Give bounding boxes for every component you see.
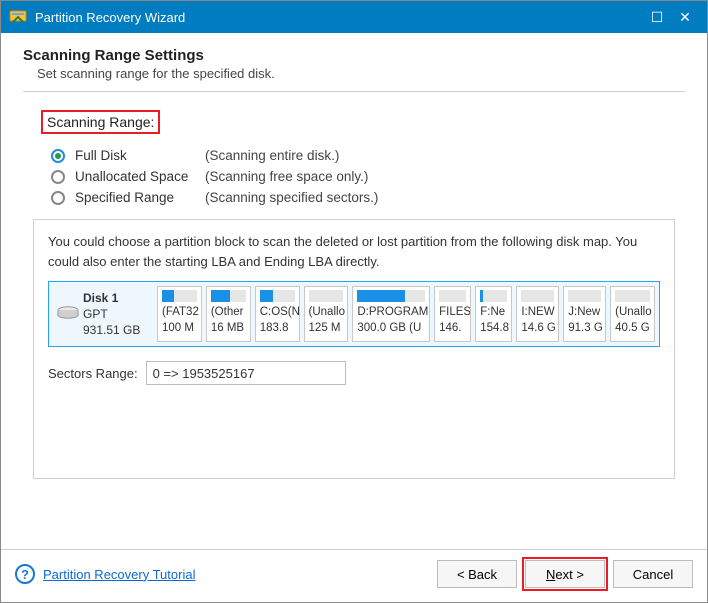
disk-panel: You could choose a partition block to sc… — [33, 219, 675, 479]
partition-block[interactable]: I:NEW14.6 G — [516, 286, 559, 342]
radio-icon — [51, 149, 65, 163]
partition-size: 300.0 GB (U — [357, 321, 425, 337]
sectors-range-row: Sectors Range: — [48, 361, 660, 385]
partition-size: 100 M — [162, 321, 197, 337]
next-button[interactable]: Next > — [525, 560, 605, 588]
partition-block[interactable]: (Other16 MB — [206, 286, 251, 342]
hard-drive-icon — [57, 306, 79, 342]
back-button[interactable]: < Back — [437, 560, 517, 588]
content-area: Scanning Range Settings Set scanning ran… — [1, 33, 707, 549]
partition-label: I:NEW — [521, 305, 554, 321]
partition-label: (FAT32 — [162, 305, 197, 321]
radio-desc: (Scanning entire disk.) — [205, 148, 339, 163]
partition-block[interactable]: D:PROGRAM300.0 GB (U — [352, 286, 430, 342]
partition-block[interactable]: C:OS(N183.8 — [255, 286, 300, 342]
partition-block[interactable]: (FAT32100 M — [157, 286, 202, 342]
radio-icon — [51, 170, 65, 184]
partition-label: F:Ne — [480, 305, 507, 321]
partition-size: 154.8 — [480, 321, 507, 337]
partition-size: 14.6 G — [521, 321, 554, 337]
partition-size: 91.3 G — [568, 321, 601, 337]
footer: ? Partition Recovery Tutorial < Back Nex… — [1, 549, 707, 602]
radio-desc: (Scanning specified sectors.) — [205, 190, 378, 205]
panel-description: You could choose a partition block to sc… — [48, 232, 660, 271]
close-button[interactable]: ✕ — [671, 9, 699, 26]
window-title: Partition Recovery Wizard — [35, 10, 643, 25]
radio-specified[interactable]: Specified Range (Scanning specified sect… — [51, 190, 685, 205]
radio-desc: (Scanning free space only.) — [205, 169, 368, 184]
partition-label: (Other — [211, 305, 246, 321]
partition-label: FILES — [439, 305, 466, 321]
partition-size: 125 M — [309, 321, 344, 337]
radio-full-disk[interactable]: Full Disk (Scanning entire disk.) — [51, 148, 685, 163]
disk-map: Disk 1 GPT 931.51 GB (FAT32100 M(Other16… — [48, 281, 660, 347]
partition-block[interactable]: FILES146. — [434, 286, 471, 342]
titlebar: Partition Recovery Wizard ☐ ✕ — [1, 1, 707, 33]
partition-block[interactable]: (Unallo40.5 G — [610, 286, 655, 342]
partition-block[interactable]: (Unallo125 M — [304, 286, 349, 342]
partition-size: 146. — [439, 321, 466, 337]
partition-label: (Unallo — [615, 305, 650, 321]
page-subtitle: Set scanning range for the specified dis… — [37, 66, 685, 81]
divider — [23, 91, 685, 92]
partition-size: 183.8 — [260, 321, 295, 337]
partition-container: (FAT32100 M(Other16 MBC:OS(N183.8(Unallo… — [153, 286, 655, 342]
scanning-range-heading: Scanning Range: — [41, 110, 160, 134]
sectors-label: Sectors Range: — [48, 366, 138, 381]
disk-info[interactable]: Disk 1 GPT 931.51 GB — [53, 286, 153, 342]
disk-type: GPT — [83, 307, 108, 321]
wizard-window: Partition Recovery Wizard ☐ ✕ Scanning R… — [0, 0, 708, 603]
cancel-button[interactable]: Cancel — [613, 560, 693, 588]
page-title: Scanning Range Settings — [23, 47, 685, 64]
radio-icon — [51, 191, 65, 205]
app-icon — [9, 8, 27, 26]
partition-size: 40.5 G — [615, 321, 650, 337]
partition-label: J:New — [568, 305, 601, 321]
radio-label: Unallocated Space — [75, 169, 205, 184]
disk-size: 931.51 GB — [83, 323, 140, 337]
tutorial-link[interactable]: Partition Recovery Tutorial — [43, 567, 195, 582]
radio-label: Full Disk — [75, 148, 205, 163]
help-icon[interactable]: ? — [15, 564, 35, 584]
sectors-input[interactable] — [146, 361, 346, 385]
partition-block[interactable]: F:Ne154.8 — [475, 286, 512, 342]
partition-size: 16 MB — [211, 321, 246, 337]
partition-block[interactable]: J:New91.3 G — [563, 286, 606, 342]
partition-label: C:OS(N — [260, 305, 295, 321]
partition-label: D:PROGRAM — [357, 305, 425, 321]
partition-label: (Unallo — [309, 305, 344, 321]
maximize-button[interactable]: ☐ — [643, 9, 671, 26]
radio-label: Specified Range — [75, 190, 205, 205]
disk-name: Disk 1 — [83, 291, 118, 305]
radio-unallocated[interactable]: Unallocated Space (Scanning free space o… — [51, 169, 685, 184]
